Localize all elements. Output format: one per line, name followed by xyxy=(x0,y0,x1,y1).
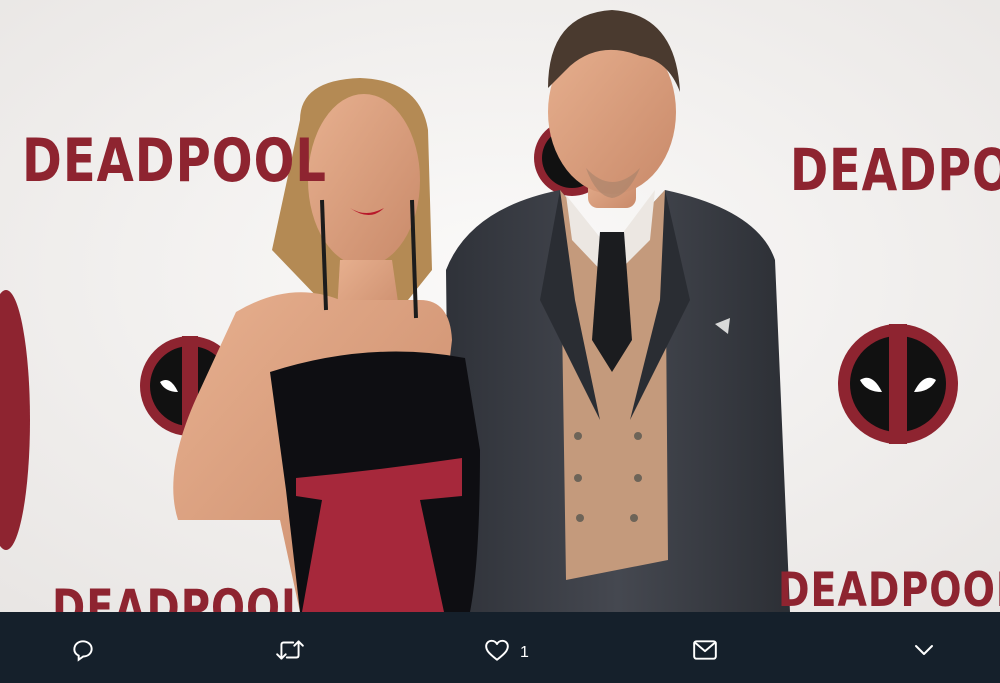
backdrop-logo-top-right: DEADPOOL xyxy=(790,136,1000,204)
envelope-icon xyxy=(693,640,717,660)
backdrop-logo-bottom-left: DEADPOOL xyxy=(52,580,308,612)
direct-message-button[interactable] xyxy=(692,636,718,664)
deadpool-emblem-right xyxy=(838,324,958,444)
like-count: 1 xyxy=(520,644,529,661)
reply-icon xyxy=(73,640,93,662)
reply-button[interactable] xyxy=(70,636,96,664)
photo-scene xyxy=(0,0,1000,612)
tweet-action-bar: 1 xyxy=(0,612,1000,683)
chevron-down-icon xyxy=(915,645,933,655)
backdrop-logo-top-left: DEADPOOL xyxy=(22,126,327,196)
like-button[interactable]: 1 xyxy=(484,636,529,664)
tweet-photo[interactable]: DEADPOOL DEADPOOL DEADPOOL DEADPOOL xyxy=(0,0,1000,612)
more-options-button[interactable] xyxy=(912,636,936,664)
backdrop-logo-bottom-right: DEADPOOL xyxy=(778,562,1000,612)
retweet-icon xyxy=(276,640,304,660)
heart-icon xyxy=(485,639,509,661)
retweet-button[interactable] xyxy=(275,636,305,664)
